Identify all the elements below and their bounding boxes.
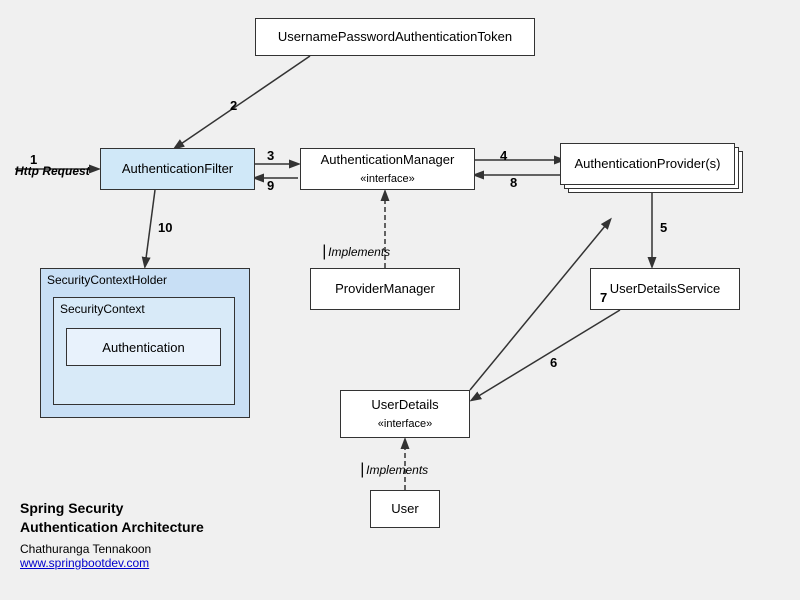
bottom-text: Spring SecurityAuthentication Architectu… xyxy=(20,499,204,570)
authentication-box: Authentication xyxy=(66,328,221,366)
auth-provider-stack: AuthenticationProvider(s) xyxy=(560,143,735,185)
auth-manager-box: AuthenticationManager«interface» xyxy=(300,148,475,190)
authentication-label: Authentication xyxy=(102,340,184,355)
step8-label: 8 xyxy=(510,175,517,190)
step5-label: 5 xyxy=(660,220,667,235)
http-request-label: Http Request xyxy=(15,164,90,178)
auth-manager-label: AuthenticationManager«interface» xyxy=(321,151,455,188)
author-label: Chathuranga Tennakoon xyxy=(20,542,204,556)
step9-label: 9 xyxy=(267,178,274,193)
username-password-token-label: UsernamePasswordAuthenticationToken xyxy=(278,28,512,46)
security-context-holder-label: SecurityContextHolder xyxy=(41,269,249,291)
user-details-service-label: UserDetailsService xyxy=(610,280,721,298)
diagram: UsernamePasswordAuthenticationToken Auth… xyxy=(0,0,800,600)
user-details-box: UserDetails«interface» xyxy=(340,390,470,438)
user-details-service-box: UserDetailsService xyxy=(590,268,740,310)
implements2-label: | Implements xyxy=(360,462,428,478)
security-context-holder-box: SecurityContextHolder SecurityContext Au… xyxy=(40,268,250,418)
user-details-label: UserDetails«interface» xyxy=(371,396,438,433)
step7-label: 7 xyxy=(600,290,607,305)
auth-provider-label: AuthenticationProvider(s) xyxy=(575,155,721,173)
implements1-label: | Implements xyxy=(322,244,390,260)
auth-filter-label: AuthenticationFilter xyxy=(122,160,233,178)
user-label: User xyxy=(391,500,418,518)
auth-filter-box: AuthenticationFilter xyxy=(100,148,255,190)
step3-label: 3 xyxy=(267,148,274,163)
provider-manager-label: ProviderManager xyxy=(335,280,435,298)
security-context-box: SecurityContext Authentication xyxy=(53,297,235,405)
provider-manager-box: ProviderManager xyxy=(310,268,460,310)
step10-label: 10 xyxy=(158,220,172,235)
auth-provider-box: AuthenticationProvider(s) xyxy=(560,143,735,185)
step2-label: 2 xyxy=(230,98,237,113)
step4-label: 4 xyxy=(500,148,507,163)
username-password-token-box: UsernamePasswordAuthenticationToken xyxy=(255,18,535,56)
user-box: User xyxy=(370,490,440,528)
step6-label: 6 xyxy=(550,355,557,370)
security-context-label: SecurityContext xyxy=(54,298,234,320)
diagram-title: Spring SecurityAuthentication Architectu… xyxy=(20,499,204,538)
url-label[interactable]: www.springbootdev.com xyxy=(20,556,204,570)
